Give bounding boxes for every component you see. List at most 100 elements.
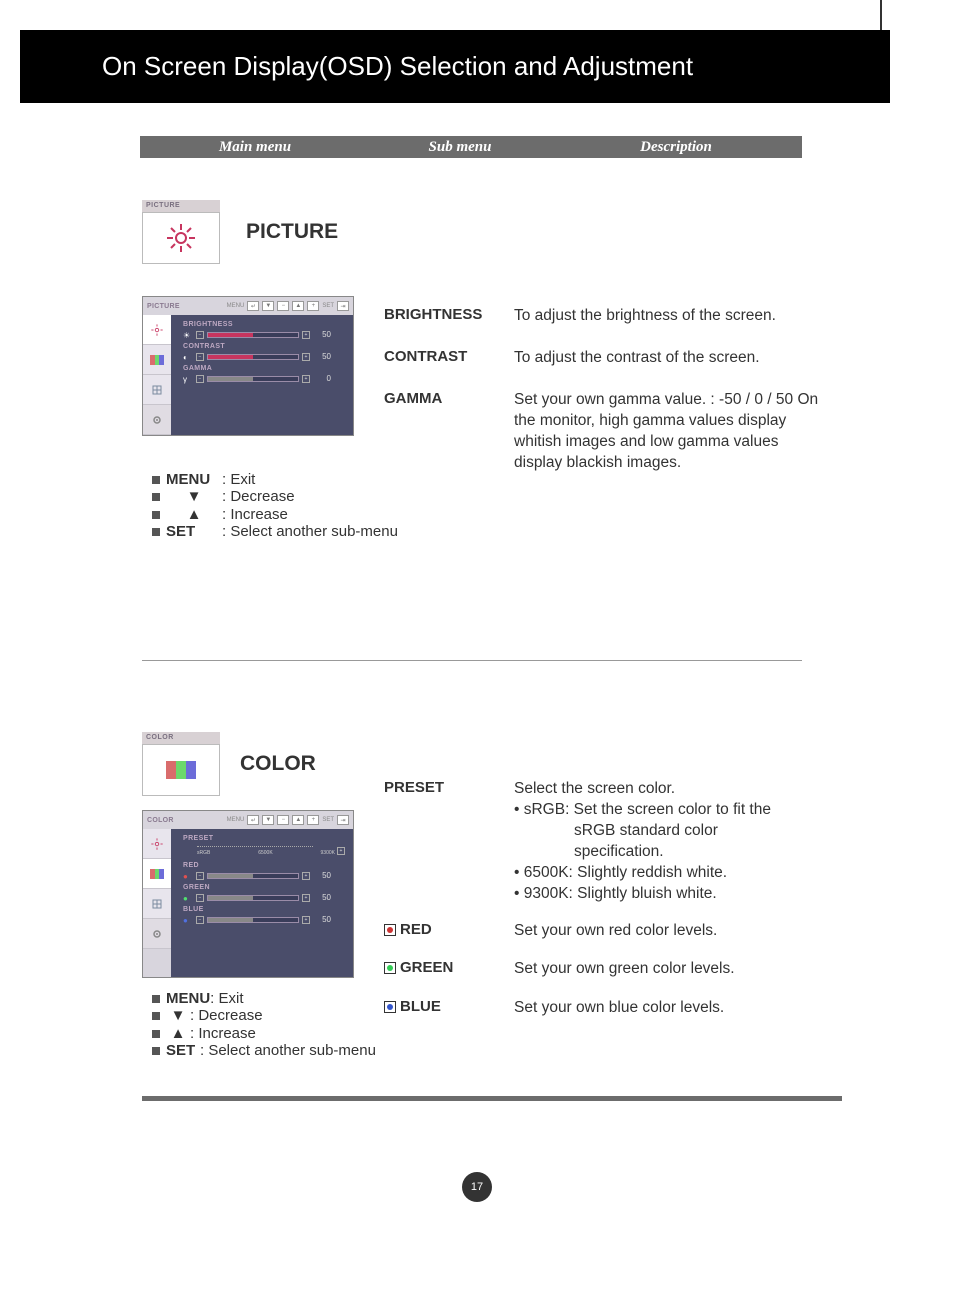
- sidebar-picture-icon: [143, 829, 171, 859]
- slider-value: 0: [313, 374, 331, 383]
- menu-label: MENU: [227, 303, 245, 309]
- slider-gamma: GAMMA γ − + 0: [183, 365, 345, 383]
- blue-swatch-icon: [384, 1001, 396, 1013]
- desc-brightness: To adjust the brightness of the screen.: [514, 306, 834, 327]
- submenu-gamma: GAMMA: [384, 390, 442, 407]
- hint-up: ▲: Increase: [152, 506, 398, 523]
- preset-intro: Select the screen color.: [514, 779, 832, 800]
- slider-value: 50: [313, 871, 331, 880]
- header-description: Description: [550, 139, 802, 156]
- red-swatch-icon: [384, 924, 396, 936]
- red-dot-icon: ●: [183, 872, 193, 880]
- color-menu-icon-box: COLOR: [142, 732, 220, 796]
- decrease-icon: −: [196, 894, 204, 902]
- color-section-title: COLOR: [240, 752, 316, 776]
- osd-content: PRESET sRGB 6500K 9300K + RED: [171, 829, 353, 977]
- submenu-brightness: BRIGHTNESS: [384, 306, 482, 323]
- rgb-bars-icon: [142, 744, 220, 796]
- sidebar-setup-icon: [143, 919, 171, 949]
- green-dot-icon: ●: [183, 894, 193, 902]
- increase-icon: +: [302, 375, 310, 383]
- contrast-icon: ◐: [183, 353, 193, 361]
- decrease-icon: −: [196, 916, 204, 924]
- submenu-contrast: CONTRAST: [384, 348, 467, 365]
- section-divider: [142, 660, 802, 661]
- color-icon-label: COLOR: [142, 732, 220, 744]
- slider-label: BLUE: [183, 906, 345, 913]
- osd-sidebar: [143, 315, 171, 435]
- down-icon: ▼: [262, 301, 274, 311]
- decrease-icon: −: [196, 331, 204, 339]
- slider-value: 50: [313, 352, 331, 361]
- up-icon: ▲: [292, 815, 304, 825]
- increase-icon: +: [337, 847, 345, 855]
- plus-icon: +: [307, 815, 319, 825]
- osd-content: BRIGHTNESS ☀ − + 50 CONTRAST ◐ − + 50: [171, 315, 353, 435]
- hint-up: ▲: Increase: [152, 1025, 376, 1042]
- plus-icon: +: [307, 301, 319, 311]
- hint-down: ▼: Decrease: [152, 1007, 376, 1024]
- preset-9300k: • 9300K: Slightly bluish white.: [514, 884, 832, 905]
- desc-blue: Set your own blue color levels.: [514, 998, 724, 1019]
- footer-divider: [142, 1096, 842, 1101]
- set-enter-icon: ⇥: [337, 301, 349, 311]
- color-control-hints: MENU: Exit ▼: Decrease ▲: Increase SET: …: [152, 990, 376, 1059]
- preset-tick: 9300K: [321, 850, 335, 856]
- submenu-green: GREEN: [400, 959, 453, 976]
- slider-label: GREEN: [183, 884, 345, 891]
- preset-srgb-2: sRGB standard color: [514, 821, 832, 842]
- preset-tick: 6500K: [258, 850, 272, 856]
- green-swatch-icon: [384, 962, 396, 974]
- slider-label: GAMMA: [183, 365, 345, 372]
- slider-brightness: BRIGHTNESS ☀ − + 50: [183, 321, 345, 339]
- picture-control-hints: MENU: Exit ▼: Decrease ▲: Increase SET: …: [152, 471, 398, 540]
- page-title: On Screen Display(OSD) Selection and Adj…: [102, 51, 693, 82]
- increase-icon: +: [302, 894, 310, 902]
- brightness-sun-icon: [142, 212, 220, 264]
- slider-value: 50: [313, 330, 331, 339]
- decrease-icon: −: [196, 353, 204, 361]
- osd-color-screenshot: COLOR MENU ↵ ▼ − ▲ + SET ⇥ PRESET: [142, 810, 354, 978]
- slider-label: RED: [183, 862, 345, 869]
- picture-menu-icon-box: PICTURE: [142, 200, 220, 264]
- page-title-bar: On Screen Display(OSD) Selection and Adj…: [20, 30, 890, 103]
- slider-label: CONTRAST: [183, 343, 345, 350]
- sun-icon: ☀: [183, 331, 193, 339]
- increase-icon: +: [302, 331, 310, 339]
- desc-red: Set your own red color levels.: [514, 921, 717, 942]
- column-headers: Main menu Sub menu Description: [140, 136, 802, 158]
- gamma-icon: γ: [183, 375, 193, 383]
- sidebar-picture-icon: [143, 315, 171, 345]
- submenu-blue: BLUE: [400, 998, 441, 1015]
- hint-menu: MENU: Exit: [152, 990, 376, 1007]
- minus-icon: −: [277, 815, 289, 825]
- preset-srgb-3: specification.: [514, 842, 832, 863]
- set-label: SET: [322, 303, 334, 309]
- sidebar-color-icon: [143, 345, 171, 375]
- slider-green: GREEN ● − + 50: [183, 884, 345, 902]
- increase-icon: +: [302, 872, 310, 880]
- sidebar-setup-icon: [143, 405, 171, 435]
- osd-topbar: COLOR MENU ↵ ▼ − ▲ + SET ⇥: [143, 811, 353, 829]
- slider-red: RED ● − + 50: [183, 862, 345, 880]
- slider-value: 50: [313, 893, 331, 902]
- sidebar-color-icon: [143, 859, 171, 889]
- hint-set: SET: Select another sub-menu: [152, 1042, 376, 1059]
- picture-icon-label: PICTURE: [142, 200, 220, 212]
- desc-gamma: Set your own gamma value. : -50 / 0 / 50…: [514, 390, 824, 474]
- slider-contrast: CONTRAST ◐ − + 50: [183, 343, 345, 361]
- preset-tick: sRGB: [197, 850, 210, 856]
- menu-label: MENU: [227, 817, 245, 823]
- increase-icon: +: [302, 353, 310, 361]
- picture-section-title: PICTURE: [246, 220, 338, 244]
- osd-topbar: PICTURE MENU ↵ ▼ − ▲ + SET ⇥: [143, 297, 353, 315]
- down-icon: ▼: [262, 815, 274, 825]
- increase-icon: +: [302, 916, 310, 924]
- slider-value: 50: [313, 915, 331, 924]
- set-label: SET: [322, 817, 334, 823]
- osd-sidebar: [143, 829, 171, 977]
- desc-preset: Select the screen color. • sRGB: Set the…: [514, 779, 832, 905]
- hint-menu: MENU: Exit: [152, 471, 398, 488]
- preset-6500k: • 6500K: Slightly reddish white.: [514, 863, 832, 884]
- decrease-icon: −: [196, 375, 204, 383]
